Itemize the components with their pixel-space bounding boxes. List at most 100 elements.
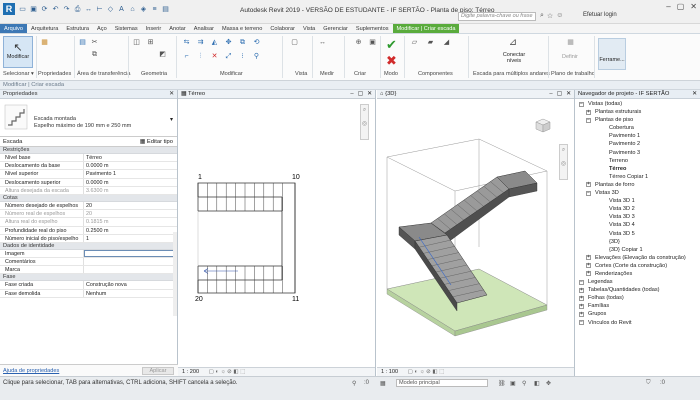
- minimize-icon[interactable]: –: [549, 90, 552, 99]
- view-controls-icons[interactable]: ▢ ◐ ☼ ⊘ ◧ ⬚: [408, 369, 445, 375]
- browser-item[interactable]: {3D}: [575, 238, 700, 246]
- 3d-view-tab[interactable]: ⌂ {3D} – ▢ ✕: [377, 90, 574, 99]
- select-links-icon[interactable]: ⛓: [498, 380, 506, 387]
- model-selector[interactable]: Modelo principal: [396, 379, 488, 387]
- tab-8[interactable]: Massa e terreno: [218, 24, 266, 33]
- help-link[interactable]: Ajuda de propriedades: [3, 368, 59, 374]
- connect-levels-label[interactable]: Conectar níveis: [498, 52, 530, 64]
- browser-item[interactable]: + Elevações (Elevação da construção): [575, 254, 700, 262]
- browser-item[interactable]: + Plantas de forro: [575, 181, 700, 189]
- view-icon[interactable]: ▢: [290, 38, 299, 47]
- close-icon[interactable]: ✕: [566, 90, 571, 99]
- rotate-icon[interactable]: ⟲: [252, 38, 261, 47]
- tab-4[interactable]: Sistemas: [111, 24, 142, 33]
- 3d-stair-model[interactable]: [377, 99, 574, 367]
- browser-item[interactable]: Vista 3D 1: [575, 197, 700, 205]
- move-icon[interactable]: ✥: [224, 38, 233, 47]
- family-selector[interactable]: Escada ▦ Editar tipo: [0, 137, 177, 147]
- print-icon[interactable]: ⎙: [73, 5, 82, 14]
- minimize-icon[interactable]: –: [666, 2, 670, 11]
- browser-item[interactable]: Vista 3D 2: [575, 205, 700, 213]
- expand-icon[interactable]: +: [586, 263, 591, 269]
- login-button[interactable]: Efetuar login: [583, 12, 617, 18]
- restore-icon[interactable]: ▢: [358, 90, 363, 99]
- stair-plan-drawing[interactable]: 1 10 11 20: [178, 99, 376, 367]
- browser-item[interactable]: {3D} Copiar 1: [575, 246, 700, 254]
- close-icon[interactable]: ✕: [690, 2, 697, 11]
- property-group-header[interactable]: Cotas: [0, 194, 177, 202]
- save-icon[interactable]: ▣: [29, 5, 38, 14]
- browser-item[interactable]: Térreo: [575, 165, 700, 173]
- close-icon[interactable]: ✕: [692, 90, 697, 99]
- design-options-icon[interactable]: ▦: [380, 380, 386, 387]
- star-icon[interactable]: ☆: [547, 12, 553, 20]
- align-icon[interactable]: ⇆: [182, 38, 191, 47]
- collapse-icon[interactable]: −: [579, 320, 584, 326]
- property-value[interactable]: 0.0000 m: [84, 162, 177, 169]
- 3d-view-icon[interactable]: ⌂: [128, 5, 137, 14]
- property-value[interactable]: 0.0000 m: [84, 179, 177, 186]
- minimize-icon[interactable]: –: [350, 90, 353, 99]
- browser-item[interactable]: Pavimento 1: [575, 132, 700, 140]
- property-value[interactable]: 20: [84, 202, 177, 209]
- properties-icon[interactable]: ▦: [40, 38, 49, 47]
- browser-item[interactable]: − Legendas: [575, 278, 700, 286]
- copy-icon[interactable]: ⧉: [90, 50, 99, 59]
- plan-view-tab[interactable]: ▦ Térreo – ▢ ✕: [178, 90, 375, 99]
- property-row[interactable]: Altura desejada da escada 3.6300 m: [0, 186, 177, 195]
- join-icon[interactable]: ⊞: [146, 38, 155, 47]
- scale-icon[interactable]: ⤢: [224, 52, 233, 61]
- expand-icon[interactable]: +: [586, 271, 591, 277]
- copy-element-icon[interactable]: ⧉: [238, 38, 247, 47]
- collapse-icon[interactable]: −: [586, 117, 591, 123]
- close-icon[interactable]: ✕: [169, 90, 174, 99]
- chevron-down-icon[interactable]: ▾: [170, 116, 173, 123]
- workplane-icon[interactable]: ▦: [566, 38, 575, 47]
- expand-icon[interactable]: +: [586, 182, 591, 188]
- browser-item[interactable]: + Plantas estruturais: [575, 108, 700, 116]
- browser-item[interactable]: Pavimento 3: [575, 149, 700, 157]
- paste-icon[interactable]: ▤: [78, 38, 87, 47]
- property-row[interactable]: Número real de espelhos 20: [0, 210, 177, 219]
- edit-type-button[interactable]: ▦ Editar tipo: [140, 137, 173, 147]
- property-value[interactable]: 1: [84, 235, 177, 242]
- property-row[interactable]: Imagem: [0, 249, 177, 259]
- maximize-icon[interactable]: ▢: [677, 2, 685, 11]
- browser-item[interactable]: Cobertura: [575, 124, 700, 132]
- browser-item[interactable]: − Vínculos do Revit: [575, 319, 700, 327]
- select-underlay-icon[interactable]: ▣: [510, 380, 516, 387]
- create-icon[interactable]: ⊕: [354, 38, 363, 47]
- revit-logo[interactable]: R: [3, 3, 15, 15]
- tab-3[interactable]: Aço: [93, 24, 111, 33]
- browser-item[interactable]: Vista 3D 3: [575, 213, 700, 221]
- redo-icon[interactable]: ↷: [62, 5, 71, 14]
- browser-item[interactable]: Térreo Copiar 1: [575, 173, 700, 181]
- support-icon[interactable]: ◢: [442, 38, 451, 47]
- open-icon[interactable]: ▭: [18, 5, 27, 14]
- restore-icon[interactable]: ▢: [557, 90, 562, 99]
- thin-lines-icon[interactable]: ≡: [150, 5, 159, 14]
- offset-icon[interactable]: ⇉: [196, 38, 205, 47]
- property-row[interactable]: Fase criada Construção nova: [0, 281, 177, 290]
- tab-7[interactable]: Analisar: [190, 24, 218, 33]
- define-button[interactable]: Definir: [562, 54, 578, 60]
- collapse-icon[interactable]: −: [579, 101, 584, 107]
- group-icon[interactable]: ▣: [368, 38, 377, 47]
- browser-item[interactable]: + Tabelas/Quantidades (todas): [575, 286, 700, 294]
- property-row[interactable]: Fase demolida Nenhum: [0, 289, 177, 298]
- view-controls-icons[interactable]: ▢ ◐ ☼ ⊘ ◧ ⬚: [209, 369, 246, 375]
- property-row[interactable]: Comentários: [0, 258, 177, 267]
- tools-button[interactable]: Ferrame...: [598, 38, 626, 70]
- property-value[interactable]: [84, 266, 177, 273]
- text-icon[interactable]: A: [117, 5, 126, 14]
- filter-icon[interactable]: ⛉: [646, 380, 651, 387]
- section-icon[interactable]: ◈: [139, 5, 148, 14]
- property-value[interactable]: [84, 258, 177, 265]
- property-row[interactable]: Número inicial do piso/espelho 1: [0, 234, 177, 243]
- tab-10[interactable]: Vista: [299, 24, 319, 33]
- pin-icon[interactable]: ⚲: [252, 52, 261, 61]
- tag-icon[interactable]: ◇: [106, 5, 115, 14]
- property-group-header[interactable]: Restrições: [0, 147, 177, 154]
- property-group-header[interactable]: Dados de identidade: [0, 242, 177, 250]
- property-row[interactable]: Deslocamento superior 0.0000 m: [0, 178, 177, 187]
